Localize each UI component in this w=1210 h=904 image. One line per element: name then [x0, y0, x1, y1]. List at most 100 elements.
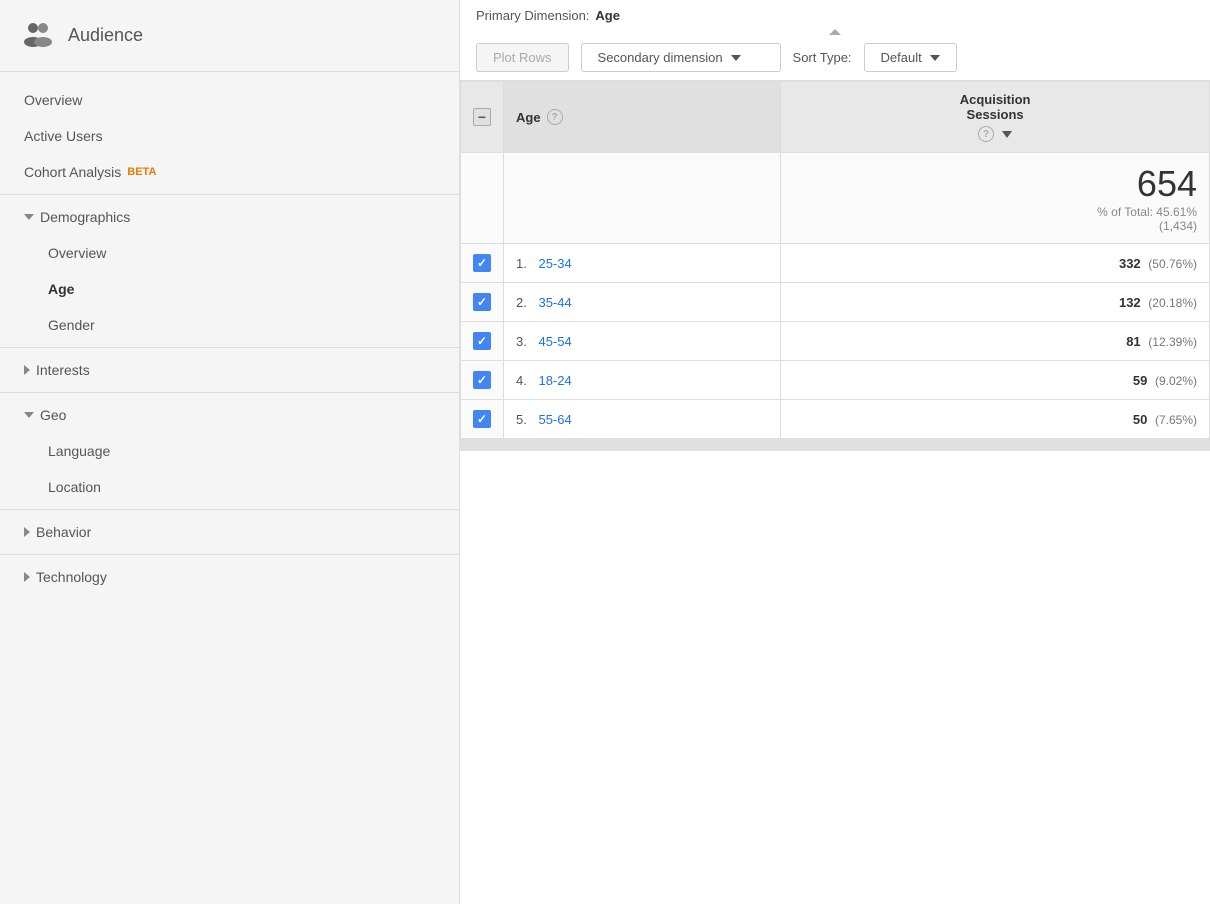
table-row: 3. 45-54 81 (12.39%) — [461, 322, 1210, 361]
sort-default-button[interactable]: Default — [864, 43, 957, 72]
sidebar-item-overview[interactable]: Overview — [0, 82, 459, 118]
checkbox-icon[interactable] — [473, 332, 491, 350]
sessions-label: Sessions — [967, 107, 1024, 122]
sidebar-item-demo-overview[interactable]: Overview — [0, 235, 459, 271]
row3-age-cell: 3. 45-54 — [504, 322, 781, 361]
sidebar-item-demographics[interactable]: Demographics — [0, 199, 459, 235]
sidebar-item-behavior[interactable]: Behavior — [0, 514, 459, 550]
toolbar: Plot Rows Secondary dimension Sort Type:… — [476, 35, 1194, 80]
horizontal-scrollbar[interactable] — [460, 439, 1210, 451]
sort-type-label: Sort Type: — [793, 50, 852, 65]
data-table: − Age ? Acquisition Sessions — [460, 81, 1210, 439]
table-header-checkbox-col: − — [461, 82, 504, 153]
divider — [0, 509, 459, 510]
divider — [0, 194, 459, 195]
row1-checkbox[interactable] — [461, 244, 504, 283]
secondary-dim-label: Secondary dimension — [598, 50, 723, 65]
sidebar-item-language[interactable]: Language — [0, 433, 459, 469]
summary-sessions-cell: 654 % of Total: 45.61% (1,434) — [781, 153, 1210, 244]
sidebar-item-label: Interests — [36, 362, 90, 378]
age-header-label: Age — [516, 110, 541, 125]
row2-age-cell: 2. 35-44 — [504, 283, 781, 322]
checkbox-icon[interactable] — [473, 371, 491, 389]
row-number: 2. — [516, 295, 527, 310]
chevron-right-icon — [24, 527, 30, 537]
primary-dimension-bar: Primary Dimension: Age — [476, 8, 1194, 29]
sidebar-item-interests[interactable]: Interests — [0, 352, 459, 388]
table-header-acquisition: Acquisition Sessions ? — [781, 82, 1210, 153]
divider — [0, 347, 459, 348]
row1-age-link[interactable]: 25-34 — [538, 256, 571, 271]
table-header-age: Age ? — [504, 82, 781, 153]
sidebar-item-label: Location — [48, 479, 101, 495]
data-table-container: − Age ? Acquisition Sessions — [460, 81, 1210, 904]
sessions-help-icon[interactable]: ? — [978, 126, 994, 142]
dropdown-arrow-icon — [731, 55, 741, 61]
sidebar-item-age[interactable]: Age — [0, 271, 459, 307]
sidebar-item-geo[interactable]: Geo — [0, 397, 459, 433]
row2-age-link[interactable]: 35-44 — [538, 295, 571, 310]
topbar: Primary Dimension: Age Plot Rows Seconda… — [460, 0, 1210, 81]
sessions-pct: (7.65%) — [1155, 413, 1197, 427]
sessions-pct: (9.02%) — [1155, 374, 1197, 388]
row5-checkbox[interactable] — [461, 400, 504, 439]
secondary-dimension-button[interactable]: Secondary dimension — [581, 43, 781, 72]
row4-checkbox[interactable] — [461, 361, 504, 400]
acquisition-label: Acquisition Sessions ? — [793, 92, 1197, 142]
sidebar-item-location[interactable]: Location — [0, 469, 459, 505]
sidebar-item-label: Active Users — [24, 128, 103, 144]
row1-age-cell: 1. 25-34 — [504, 244, 781, 283]
primary-dim-value: Age — [595, 8, 620, 23]
row4-age-cell: 4. 18-24 — [504, 361, 781, 400]
chevron-down-icon — [24, 412, 34, 418]
row3-sessions-cell: 81 (12.39%) — [781, 322, 1210, 361]
sidebar-item-cohort-analysis[interactable]: Cohort Analysis BETA — [0, 154, 459, 190]
row4-age-link[interactable]: 18-24 — [538, 373, 571, 388]
sidebar-nav: Overview Active Users Cohort Analysis BE… — [0, 72, 459, 605]
chevron-right-icon — [24, 572, 30, 582]
chevron-right-icon — [24, 365, 30, 375]
divider — [0, 392, 459, 393]
acquisition-text: Acquisition — [793, 92, 1197, 107]
total-value: (1,434) — [1159, 219, 1197, 233]
sidebar: Audience Overview Active Users Cohort An… — [0, 0, 460, 904]
sessions-value: 81 — [1126, 334, 1140, 349]
sessions-value: 59 — [1133, 373, 1147, 388]
checkbox-icon[interactable] — [473, 254, 491, 272]
plot-rows-button[interactable]: Plot Rows — [476, 43, 569, 72]
sessions-value: 132 — [1119, 295, 1141, 310]
primary-dim-label: Primary Dimension: — [476, 8, 589, 23]
row5-age-cell: 5. 55-64 — [504, 400, 781, 439]
summary-sessions-detail: % of Total: 45.61% (1,434) — [793, 205, 1197, 233]
age-header-inner: Age ? — [516, 109, 768, 125]
sidebar-item-technology[interactable]: Technology — [0, 559, 459, 595]
sessions-pct: (50.76%) — [1148, 257, 1197, 271]
sidebar-item-label: Cohort Analysis — [24, 164, 121, 180]
sidebar-item-label: Geo — [40, 407, 66, 423]
caret-up-icon — [829, 29, 841, 35]
sidebar-item-gender[interactable]: Gender — [0, 307, 459, 343]
row1-sessions-cell: 332 (50.76%) — [781, 244, 1210, 283]
pct-value: 45.61% — [1156, 205, 1197, 219]
sidebar-item-label: Age — [48, 281, 74, 297]
table-row: 1. 25-34 332 (50.76%) — [461, 244, 1210, 283]
checkbox-icon[interactable] — [473, 410, 491, 428]
age-help-icon[interactable]: ? — [547, 109, 563, 125]
sessions-pct: (12.39%) — [1148, 335, 1197, 349]
sort-arrow-icon — [1002, 131, 1012, 138]
row5-age-link[interactable]: 55-64 — [538, 412, 571, 427]
row2-sessions-cell: 132 (20.18%) — [781, 283, 1210, 322]
minus-button[interactable]: − — [473, 108, 491, 126]
row3-age-link[interactable]: 45-54 — [538, 334, 571, 349]
sidebar-item-label: Overview — [24, 92, 82, 108]
row4-sessions-cell: 59 (9.02%) — [781, 361, 1210, 400]
divider — [0, 554, 459, 555]
table-row: 2. 35-44 132 (20.18%) — [461, 283, 1210, 322]
row2-checkbox[interactable] — [461, 283, 504, 322]
sidebar-item-label: Technology — [36, 569, 107, 585]
checkbox-icon[interactable] — [473, 293, 491, 311]
row3-checkbox[interactable] — [461, 322, 504, 361]
sidebar-item-label: Demographics — [40, 209, 130, 225]
table-summary-row: 654 % of Total: 45.61% (1,434) — [461, 153, 1210, 244]
sidebar-item-active-users[interactable]: Active Users — [0, 118, 459, 154]
